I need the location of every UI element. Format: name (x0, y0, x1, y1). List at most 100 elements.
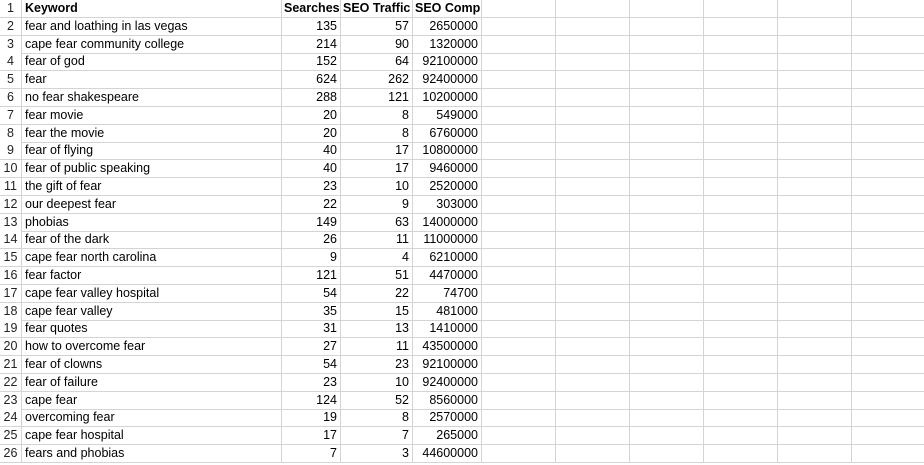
empty-cell[interactable] (704, 392, 778, 410)
empty-cell[interactable] (482, 18, 556, 36)
empty-cell[interactable] (482, 107, 556, 125)
empty-cell[interactable] (778, 18, 852, 36)
searches-cell[interactable]: 124 (282, 392, 341, 410)
empty-cell[interactable] (704, 0, 778, 18)
empty-cell[interactable] (778, 196, 852, 214)
keyword-cell[interactable]: fear of failure (22, 374, 282, 392)
seo-traffic-cell[interactable]: 8 (341, 409, 413, 427)
keyword-cell[interactable]: fear movie (22, 107, 282, 125)
empty-cell[interactable] (630, 107, 704, 125)
empty-cell[interactable] (482, 36, 556, 54)
keyword-cell[interactable]: the gift of fear (22, 178, 282, 196)
empty-cell[interactable] (704, 71, 778, 89)
keyword-cell[interactable]: fear factor (22, 267, 282, 285)
empty-cell[interactable] (482, 338, 556, 356)
header-keyword[interactable]: Keyword (22, 0, 282, 18)
keyword-cell[interactable]: fear of the dark (22, 231, 282, 249)
empty-cell[interactable] (704, 356, 778, 374)
empty-cell[interactable] (482, 303, 556, 321)
empty-cell[interactable] (556, 249, 630, 267)
empty-cell[interactable] (556, 445, 630, 463)
empty-cell[interactable] (704, 196, 778, 214)
keyword-cell[interactable]: cape fear valley hospital (22, 285, 282, 303)
empty-cell[interactable] (482, 409, 556, 427)
keyword-cell[interactable]: phobias (22, 214, 282, 232)
seo-comp-cell[interactable]: 92400000 (413, 374, 482, 392)
empty-cell[interactable] (482, 125, 556, 143)
empty-cell[interactable] (482, 0, 556, 18)
seo-comp-cell[interactable]: 92100000 (413, 53, 482, 71)
keyword-cell[interactable]: fear of clowns (22, 356, 282, 374)
searches-cell[interactable]: 214 (282, 36, 341, 54)
row-number[interactable]: 3 (0, 36, 22, 54)
searches-cell[interactable]: 9 (282, 249, 341, 267)
searches-cell[interactable]: 17 (282, 427, 341, 445)
empty-cell[interactable] (704, 249, 778, 267)
empty-cell[interactable] (704, 231, 778, 249)
empty-cell[interactable] (630, 303, 704, 321)
empty-cell[interactable] (556, 53, 630, 71)
searches-cell[interactable]: 149 (282, 214, 341, 232)
empty-cell[interactable] (852, 338, 924, 356)
empty-cell[interactable] (630, 0, 704, 18)
empty-cell[interactable] (778, 285, 852, 303)
searches-cell[interactable]: 152 (282, 53, 341, 71)
empty-cell[interactable] (556, 107, 630, 125)
keyword-cell[interactable]: fear and loathing in las vegas (22, 18, 282, 36)
empty-cell[interactable] (630, 409, 704, 427)
empty-cell[interactable] (778, 178, 852, 196)
empty-cell[interactable] (556, 285, 630, 303)
searches-cell[interactable]: 7 (282, 445, 341, 463)
searches-cell[interactable]: 35 (282, 303, 341, 321)
empty-cell[interactable] (556, 178, 630, 196)
seo-traffic-cell[interactable]: 52 (341, 392, 413, 410)
seo-traffic-cell[interactable]: 262 (341, 71, 413, 89)
empty-cell[interactable] (630, 53, 704, 71)
empty-cell[interactable] (630, 392, 704, 410)
seo-comp-cell[interactable]: 303000 (413, 196, 482, 214)
empty-cell[interactable] (556, 160, 630, 178)
searches-cell[interactable]: 40 (282, 142, 341, 160)
empty-cell[interactable] (556, 427, 630, 445)
row-number[interactable]: 5 (0, 71, 22, 89)
row-number[interactable]: 7 (0, 107, 22, 125)
seo-traffic-cell[interactable]: 17 (341, 160, 413, 178)
empty-cell[interactable] (482, 178, 556, 196)
keyword-cell[interactable]: fear of god (22, 53, 282, 71)
empty-cell[interactable] (630, 320, 704, 338)
seo-traffic-cell[interactable]: 121 (341, 89, 413, 107)
empty-cell[interactable] (778, 0, 852, 18)
empty-cell[interactable] (704, 409, 778, 427)
empty-cell[interactable] (482, 285, 556, 303)
empty-cell[interactable] (556, 71, 630, 89)
empty-cell[interactable] (778, 125, 852, 143)
empty-cell[interactable] (630, 249, 704, 267)
empty-cell[interactable] (704, 445, 778, 463)
empty-cell[interactable] (556, 0, 630, 18)
empty-cell[interactable] (852, 285, 924, 303)
seo-traffic-cell[interactable]: 13 (341, 320, 413, 338)
empty-cell[interactable] (630, 356, 704, 374)
row-number[interactable]: 13 (0, 214, 22, 232)
row-number[interactable]: 14 (0, 231, 22, 249)
empty-cell[interactable] (778, 231, 852, 249)
searches-cell[interactable]: 20 (282, 125, 341, 143)
header-seo-traffic[interactable]: SEO Traffic (341, 0, 413, 18)
seo-comp-cell[interactable]: 2650000 (413, 18, 482, 36)
empty-cell[interactable] (704, 320, 778, 338)
empty-cell[interactable] (704, 374, 778, 392)
empty-cell[interactable] (556, 409, 630, 427)
keyword-cell[interactable]: how to overcome fear (22, 338, 282, 356)
empty-cell[interactable] (852, 320, 924, 338)
empty-cell[interactable] (778, 214, 852, 232)
keyword-cell[interactable]: cape fear valley (22, 303, 282, 321)
empty-cell[interactable] (852, 89, 924, 107)
empty-cell[interactable] (482, 445, 556, 463)
searches-cell[interactable]: 27 (282, 338, 341, 356)
keyword-cell[interactable]: fear quotes (22, 320, 282, 338)
seo-traffic-cell[interactable]: 57 (341, 18, 413, 36)
row-number[interactable]: 18 (0, 303, 22, 321)
searches-cell[interactable]: 31 (282, 320, 341, 338)
seo-traffic-cell[interactable]: 3 (341, 445, 413, 463)
seo-comp-cell[interactable]: 44600000 (413, 445, 482, 463)
